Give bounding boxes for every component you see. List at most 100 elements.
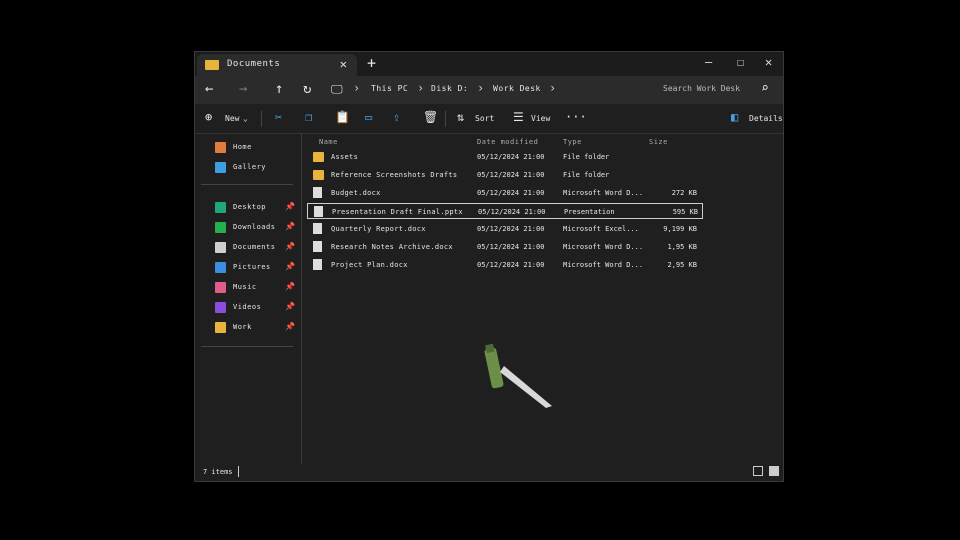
sidebar-item-label: Music [233, 283, 257, 291]
folder-icon [313, 170, 324, 180]
sidebar-item-work[interactable]: Work 📌 [195, 320, 295, 336]
chevron-right-icon: › [549, 81, 557, 95]
sidebar-item-music[interactable]: Music 📌 [195, 280, 295, 296]
download-icon [215, 222, 226, 233]
back-button[interactable]: ← [205, 81, 213, 97]
search-input[interactable]: Search Work Desk [663, 84, 740, 93]
breadcrumb-this-pc[interactable]: This PC [371, 84, 408, 93]
maximize-button[interactable]: ☐ [737, 55, 744, 69]
close-window-button[interactable]: ✕ [765, 55, 772, 69]
sidebar-item-label: Videos [233, 303, 262, 311]
pin-icon[interactable]: 📌 [285, 222, 295, 231]
details-button[interactable]: Details [749, 114, 783, 123]
status-bar: 7 items [195, 462, 783, 482]
chevron-right-icon: › [353, 81, 361, 95]
sort-button[interactable]: Sort [475, 114, 494, 123]
file-icon [313, 259, 322, 270]
chevron-down-icon: ⌄ [243, 114, 248, 123]
tab-label: Documents [227, 59, 281, 69]
sidebar-item-label: Work [233, 323, 252, 331]
file-icon [313, 241, 322, 252]
file-date: 05/12/2024 21:00 [477, 225, 545, 233]
forward-button[interactable]: → [239, 81, 247, 97]
file-type: File folder [563, 171, 610, 179]
pin-icon[interactable]: 📌 [285, 302, 295, 311]
toolbar-divider [261, 111, 262, 127]
column-header-date[interactable]: Date modified [477, 138, 538, 146]
search-icon[interactable]: ⌕ [761, 81, 769, 96]
chevron-right-icon: › [417, 81, 425, 95]
file-type: File folder [563, 153, 610, 161]
file-row[interactable]: Reference Screenshots Drafts 05/12/2024 2… [307, 167, 703, 183]
column-header-size[interactable]: Size [649, 138, 668, 146]
title-bar: Documents ✕ + — ☐ ✕ [195, 52, 783, 76]
sort-icon[interactable]: ⇅ [457, 110, 464, 124]
pin-icon[interactable]: 📌 [285, 202, 295, 211]
file-name: Budget.docx [331, 189, 381, 197]
item-count: 7 items [203, 468, 233, 476]
sidebar-item-desktop[interactable]: Desktop 📌 [195, 200, 295, 216]
file-row[interactable]: Research Notes Archive.docx 05/12/2024 21… [307, 239, 703, 255]
cut-icon[interactable]: ✂ [275, 110, 282, 124]
file-row[interactable]: Quarterly Report.docx 05/12/2024 21:00 Mic… [307, 221, 703, 237]
more-icon[interactable]: ··· [565, 110, 587, 124]
details-pane-icon[interactable]: ◧ [731, 110, 738, 124]
pin-icon[interactable]: 📌 [285, 322, 295, 331]
new-icon[interactable]: ⊕ [205, 110, 212, 124]
sidebar-item-pictures[interactable]: Pictures 📌 [195, 260, 295, 276]
column-header-name[interactable]: Name [319, 138, 338, 146]
minimize-button[interactable]: — [705, 55, 712, 69]
refresh-button[interactable]: ↻ [303, 81, 311, 97]
pin-icon[interactable]: 📌 [285, 282, 295, 291]
sidebar-item-downloads[interactable]: Downloads 📌 [195, 220, 295, 236]
tab-documents[interactable]: Documents ✕ [197, 54, 357, 76]
sidebar-item-videos[interactable]: Videos 📌 [195, 300, 295, 316]
file-row[interactable]: Project Plan.docx 05/12/2024 21:00 Microso… [307, 257, 703, 273]
delete-icon[interactable]: 🗑 [423, 110, 438, 124]
sidebar-divider [201, 346, 293, 347]
file-row[interactable]: Budget.docx 05/12/2024 21:00 Microsoft Wor… [307, 185, 703, 201]
file-date: 05/12/2024 21:00 [477, 261, 545, 269]
details-view-icon[interactable] [753, 466, 763, 476]
new-button[interactable]: New [225, 114, 239, 123]
toolbar-divider [445, 111, 446, 127]
file-date: 05/12/2024 21:00 [477, 189, 545, 197]
breadcrumb-disk[interactable]: Disk D: [431, 84, 468, 93]
file-date: 05/12/2024 21:00 [478, 208, 546, 216]
sidebar-item-label: Desktop [233, 203, 267, 211]
monitor-icon[interactable]: 🖵 [331, 82, 343, 97]
file-row[interactable]: Presentation Draft Final.pptx 05/12/2024 … [307, 203, 703, 219]
home-icon [215, 142, 226, 153]
tiles-view-icon[interactable] [769, 466, 779, 476]
pin-icon[interactable]: 📌 [285, 242, 295, 251]
file-size: 2,95 KB [667, 261, 697, 269]
file-size: 272 KB [671, 189, 697, 197]
file-row[interactable]: Assets 05/12/2024 21:00 File folder [307, 149, 703, 165]
folder-icon [313, 152, 324, 162]
desktop-icon [215, 202, 226, 213]
rename-icon[interactable]: ▭ [365, 110, 372, 124]
drag-image [484, 343, 552, 408]
column-header-type[interactable]: Type [563, 138, 582, 146]
status-divider [238, 466, 239, 477]
up-button[interactable]: ↑ [275, 81, 283, 97]
file-icon [313, 223, 322, 234]
file-icon [313, 187, 322, 198]
folder-icon [215, 322, 226, 333]
file-type: Microsoft Word D... [563, 261, 644, 269]
new-tab-button[interactable]: + [367, 54, 376, 72]
copy-icon[interactable]: ❐ [305, 110, 312, 124]
share-icon[interactable]: ⇪ [393, 110, 400, 124]
sidebar-item-gallery[interactable]: Gallery [195, 160, 295, 176]
view-icon[interactable]: ☰ [513, 110, 524, 124]
paste-icon[interactable]: 📋 [335, 110, 350, 124]
file-name: Assets [331, 153, 359, 161]
file-name: Research Notes Archive.docx [331, 243, 453, 251]
view-button[interactable]: View [531, 114, 550, 123]
pin-icon[interactable]: 📌 [285, 262, 295, 271]
sidebar-item-documents[interactable]: Documents 📌 [195, 240, 295, 256]
breadcrumb-work-desk[interactable]: Work Desk [493, 84, 541, 93]
tab-close-icon[interactable]: ✕ [340, 57, 347, 71]
sidebar-item-home[interactable]: Home [195, 140, 295, 156]
file-name: Presentation Draft Final.pptx [332, 208, 463, 216]
